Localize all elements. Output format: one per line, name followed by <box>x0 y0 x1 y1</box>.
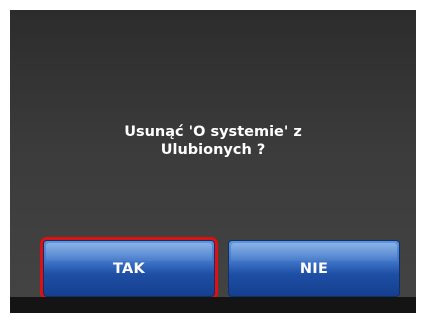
yes-button[interactable]: TAK <box>40 237 218 300</box>
no-button-label: NIE <box>299 260 329 277</box>
yes-button-label: TAK <box>112 260 146 277</box>
confirm-message: Usunąć 'O systemie' z Ulubionych ? <box>10 123 416 159</box>
button-gloss <box>46 243 212 261</box>
button-gloss <box>231 243 397 261</box>
no-button[interactable]: NIE <box>228 240 400 297</box>
bottom-bar <box>10 297 416 313</box>
confirm-message-line-2: Ulubionych ? <box>160 142 266 158</box>
confirm-dialog-screen: Usunąć 'O systemie' z Ulubionych ? TAK N… <box>10 10 416 313</box>
confirm-message-line-1: Usunąć 'O systemie' z <box>124 124 302 140</box>
